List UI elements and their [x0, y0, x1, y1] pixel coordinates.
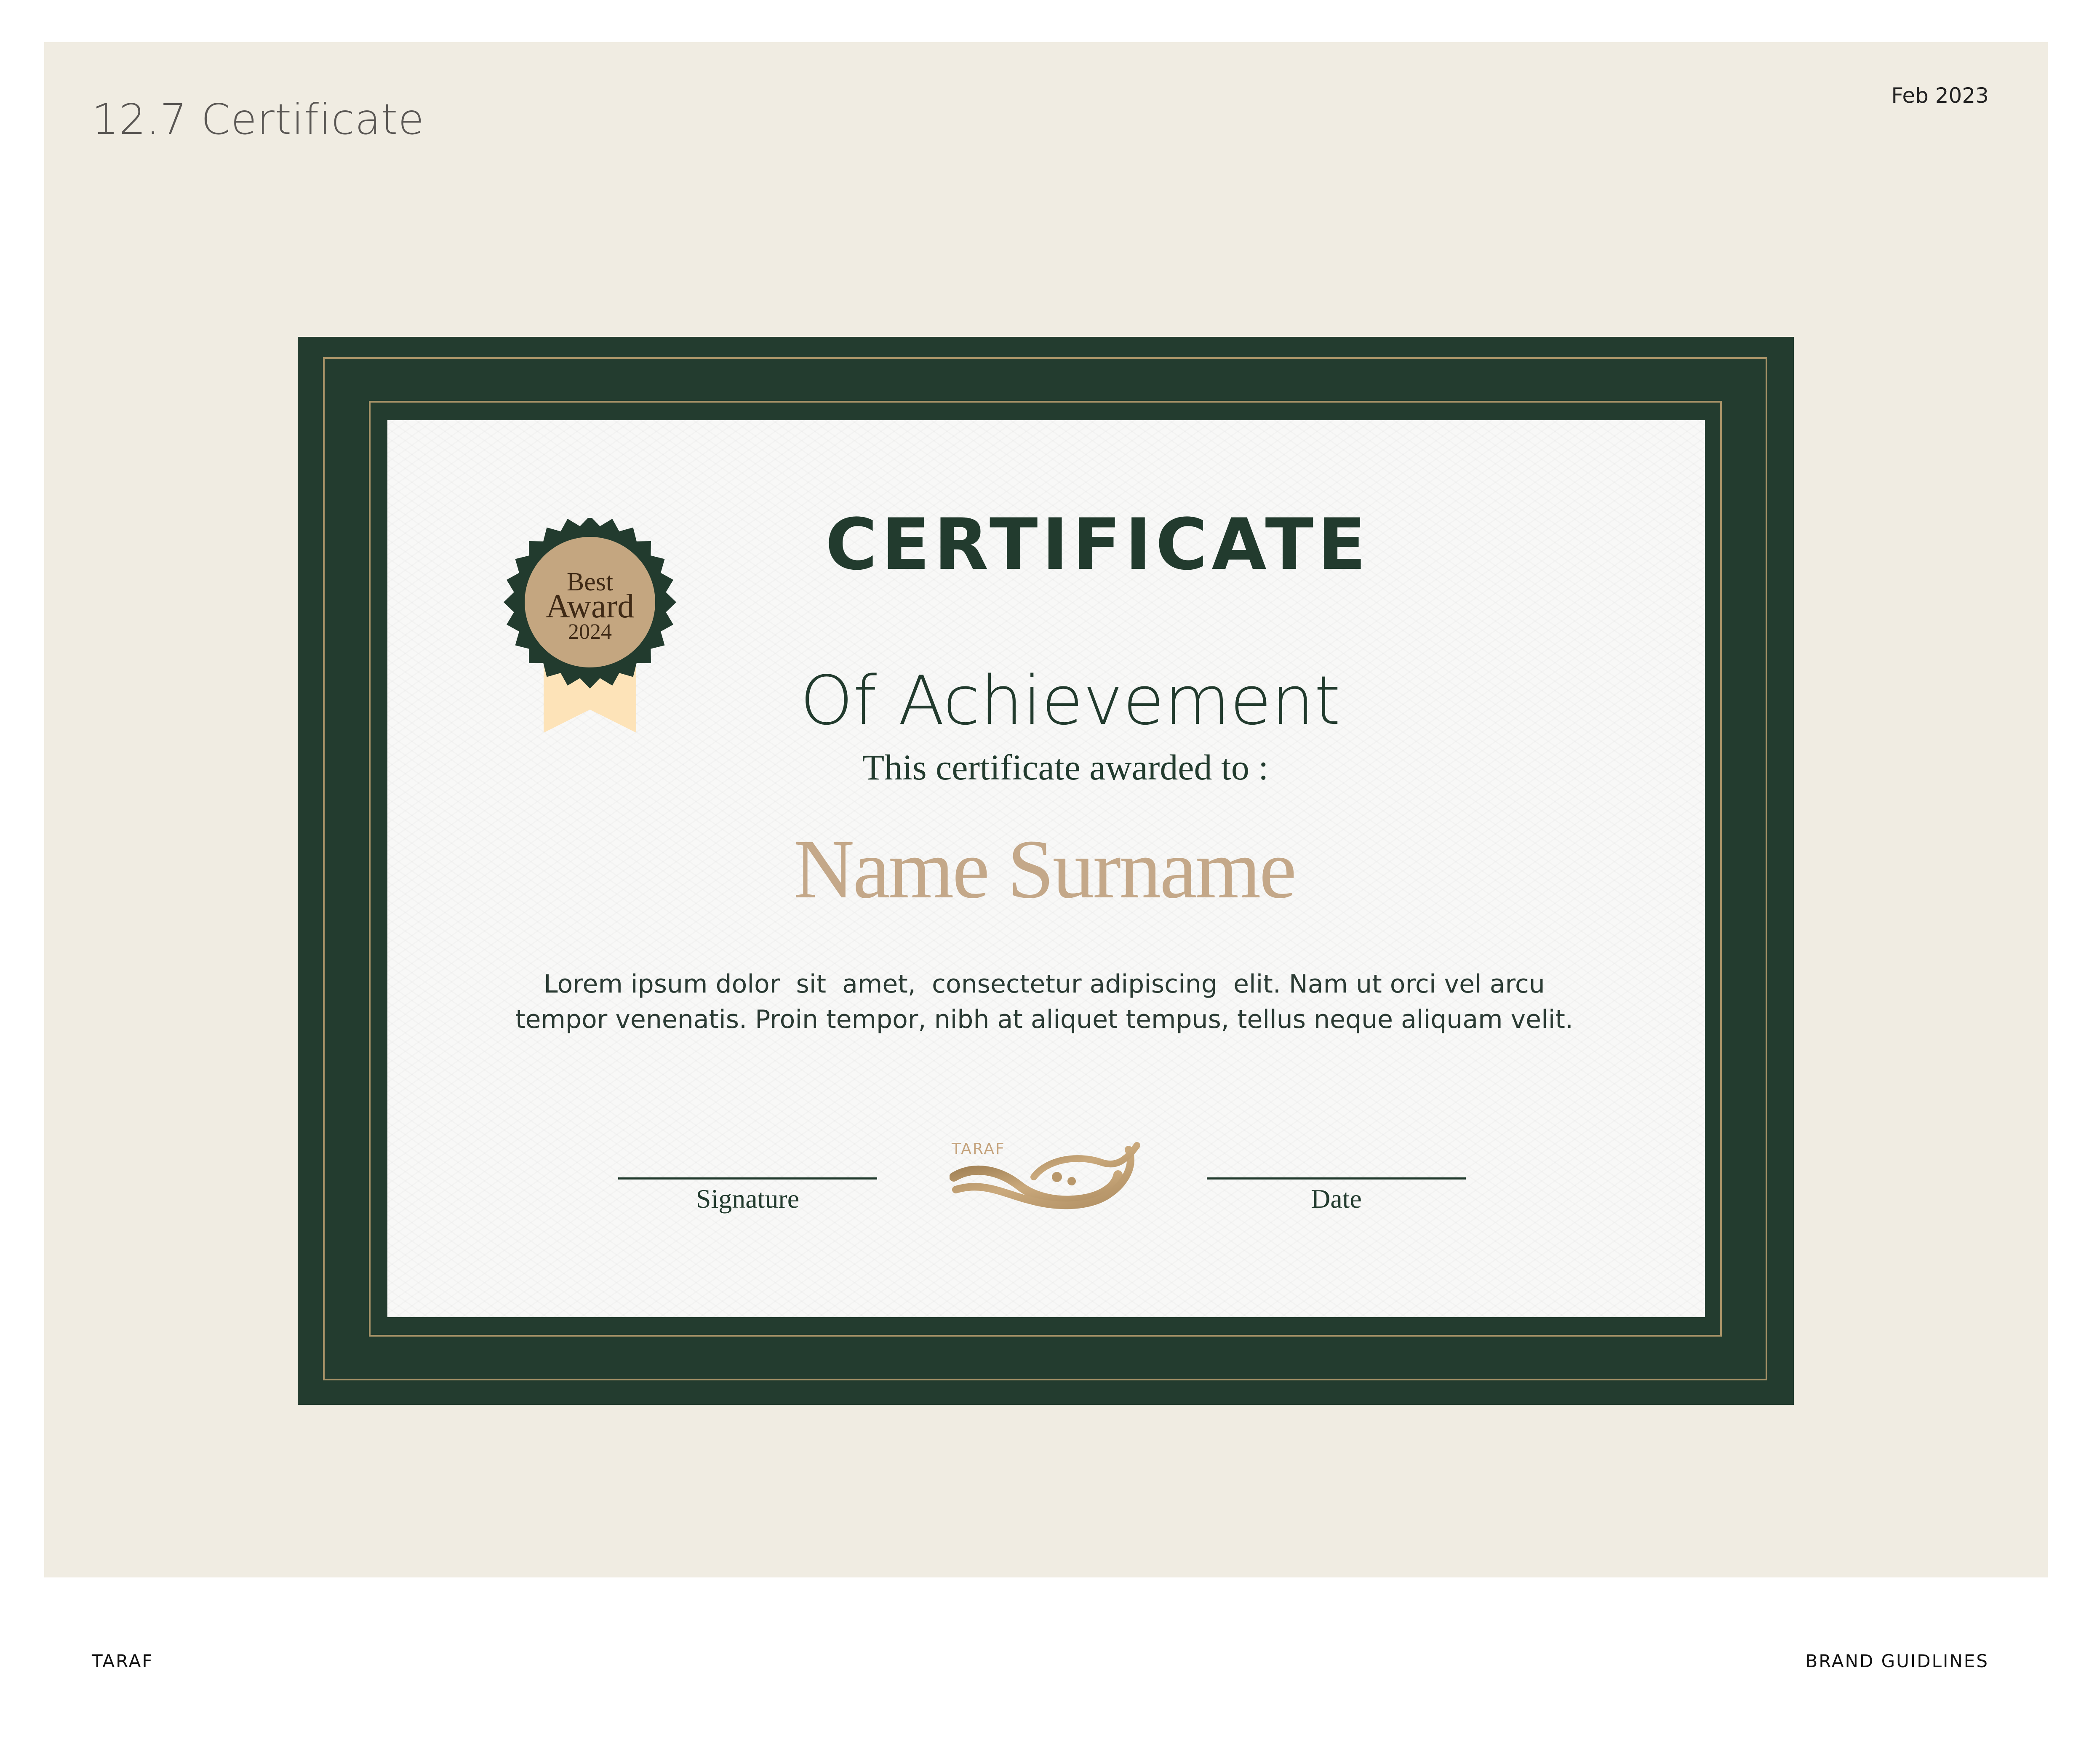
document-date: Feb 2023: [1891, 83, 1989, 108]
certificate-title: CERTIFICATE: [825, 503, 1370, 586]
date-label: Date: [1311, 1184, 1362, 1214]
awarded-to-text: This certificate awarded to :: [862, 747, 1269, 787]
badge-text-award: Award: [546, 588, 634, 625]
date-line: [1207, 1177, 1466, 1180]
logo-dot-2: [1067, 1177, 1076, 1185]
badge-text-year: 2024: [568, 620, 612, 644]
section-title: 12.7 Certificate: [92, 95, 424, 144]
taraf-logo-icon: TARAF: [950, 1140, 1140, 1209]
certificate-body-text: Lorem ipsum dolor sit amet, consectetur …: [505, 966, 1583, 1037]
footer-brand: TARAF: [92, 1651, 154, 1671]
certificate-subtitle: Of Achievement: [800, 661, 1341, 740]
body-line-2: tempor venenatis. Proin tempor, nibh at …: [515, 1005, 1574, 1034]
body-line-1: Lorem ipsum dolor sit amet, consectetur …: [544, 969, 1545, 999]
award-badge-icon: Best Award 2024: [504, 518, 676, 733]
signature-label: Signature: [696, 1184, 800, 1214]
logo-dot-1: [1052, 1172, 1062, 1182]
logo-wordmark: TARAF: [951, 1140, 1006, 1158]
signature-line: [618, 1177, 877, 1180]
recipient-name: Name Surname: [793, 823, 1297, 916]
footer-document-name: BRAND GUIDLINES: [1805, 1651, 1989, 1671]
